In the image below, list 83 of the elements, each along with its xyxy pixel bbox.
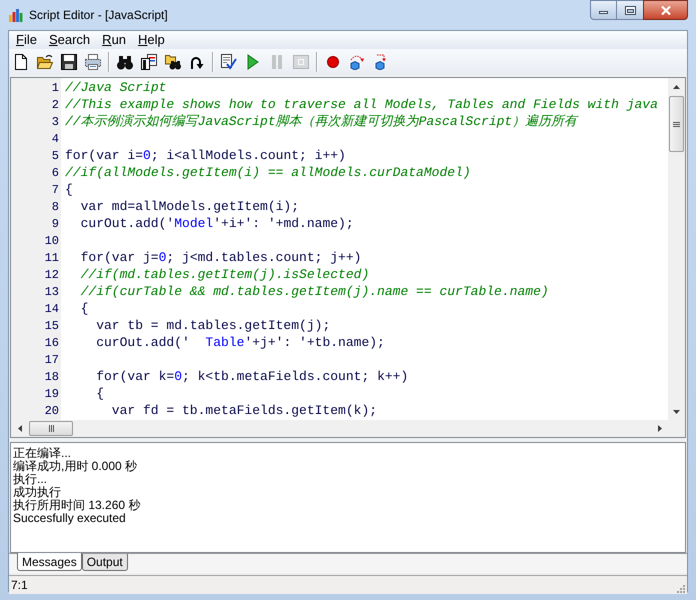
minimize-icon: [599, 11, 608, 14]
caret-up-icon: [673, 84, 680, 88]
menu-item[interactable]: File: [10, 32, 43, 48]
code-line: curOut.add(' Table'+j+': '+tb.name);: [96, 335, 385, 350]
app-icon: [9, 8, 23, 22]
scrollbar-thumb[interactable]: [29, 421, 73, 436]
code-line: for(var i=0; i<allModels.count; i++): [65, 148, 346, 163]
code-line: {: [96, 386, 104, 401]
message-line: 执行所用时间 13.260 秒: [13, 499, 140, 512]
line-number: 6: [52, 166, 59, 180]
code-line: for(var j=0; j<md.tables.count; j++): [80, 250, 362, 265]
folder-binoculars-icon: [165, 54, 181, 70]
tab[interactable]: Output: [82, 554, 128, 571]
stop-icon: [293, 54, 309, 70]
window-title: Script Editor - [JavaScript]: [29, 7, 168, 24]
maximize-icon: [624, 6, 636, 14]
code-comment: //if(md.tables.getItem(j).isSelected): [80, 267, 370, 282]
code-editor[interactable]: [10, 77, 686, 438]
grip-icon: [673, 122, 680, 126]
breakpoint-dot-icon: [327, 56, 339, 68]
code-line: for(var k=0; k<tb.metaFields.count; k++): [96, 369, 408, 384]
message-line: 执行...: [13, 473, 48, 486]
line-number: 10: [44, 234, 59, 248]
line-number: 7: [52, 182, 59, 196]
code-line: var tb = md.tables.getItem(j);: [96, 318, 330, 333]
line-number: 12: [44, 268, 59, 282]
line-number: 18: [44, 370, 59, 384]
message-line: Succesfully executed: [13, 512, 126, 525]
jump-arrow-icon: [189, 54, 205, 70]
maximize-button[interactable]: [617, 0, 643, 20]
blank-page-icon: [15, 54, 27, 70]
message-line: 正在编译...: [13, 447, 72, 460]
document-check-icon: [221, 54, 237, 70]
minimize-button[interactable]: [590, 0, 617, 20]
step-over-icon: [349, 54, 365, 70]
tab[interactable]: Messages: [17, 553, 82, 571]
horizontal-scrollbar[interactable]: [11, 420, 668, 437]
line-number: 19: [44, 386, 59, 400]
documents-icon: [141, 54, 157, 70]
cursor-position: 7:1: [11, 578, 28, 592]
caret-right-icon: [658, 425, 662, 432]
code-comment: //if(allModels.getItem(i) == allModels.curDataModel): [65, 165, 471, 180]
message-line: 编译成功,用时 0.000 秒: [13, 460, 138, 473]
vertical-scrollbar[interactable]: [668, 78, 685, 420]
menu-item[interactable]: Help: [132, 32, 171, 48]
code-line: {: [65, 182, 73, 197]
code-comment: //if(curTable && md.tables.getItem(j).name == curTable.name): [80, 284, 549, 299]
folder-icon: [37, 54, 53, 70]
line-number: 1: [52, 80, 59, 94]
code-comment: //本示例演示如何编写JavaScript脚本（再次新建可切换为PascalScript）遍历所有: [65, 114, 578, 129]
message-line: 成功执行: [13, 486, 61, 499]
line-number: 20: [44, 404, 59, 418]
close-button[interactable]: [643, 0, 688, 20]
code-line: var fd = tb.metaFields.getItem(k);: [112, 403, 378, 418]
line-number: 4: [52, 132, 59, 146]
line-number: 3: [52, 114, 59, 128]
step-into-icon: [373, 54, 389, 70]
printer-icon: [85, 54, 101, 70]
line-number: 2: [52, 98, 59, 112]
menu-item[interactable]: Run: [96, 32, 132, 48]
binoculars-icon: [117, 54, 133, 70]
close-icon: [660, 6, 670, 14]
line-number: 13: [44, 284, 59, 298]
code-line: curOut.add('Model'+i+': '+md.name);: [80, 216, 354, 231]
code-line: var md=allModels.getItem(i);: [80, 199, 300, 214]
scrollbar-thumb[interactable]: [669, 96, 684, 152]
caret-down-icon: [673, 410, 680, 414]
line-number: 11: [44, 250, 59, 264]
code-line: {: [80, 301, 88, 316]
code-comment: //This example shows how to traverse all Models, Tables and Fields with java: [65, 97, 658, 112]
line-number: 5: [52, 148, 59, 162]
line-number: 16: [44, 336, 59, 350]
play-icon: [247, 54, 259, 70]
line-number: 9: [52, 216, 59, 230]
caret-left-icon: [18, 425, 22, 432]
line-number: 14: [44, 302, 59, 316]
line-number: 8: [52, 200, 59, 214]
line-number: 15: [44, 318, 59, 332]
pause-icon: [271, 54, 283, 70]
code-comment: //Java Script: [65, 80, 166, 95]
menu-item[interactable]: Search: [42, 32, 96, 48]
line-number: 17: [44, 352, 59, 366]
grip-icon: [48, 425, 54, 432]
